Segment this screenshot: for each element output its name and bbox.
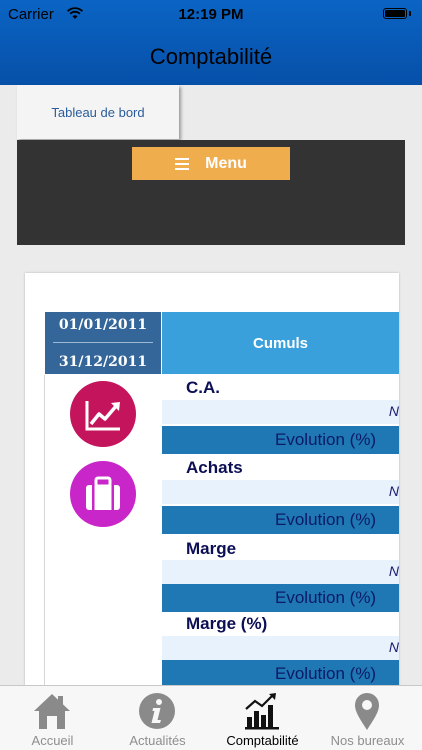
menu-bar: Menu	[17, 140, 405, 245]
row-value-marge: N	[162, 560, 399, 584]
row-evolution-achats: Evolution (%)	[162, 506, 399, 534]
home-icon	[34, 694, 70, 729]
menu-button-label: Menu	[205, 154, 247, 172]
tab-label: Accueil	[31, 733, 74, 748]
tab-comptabilite[interactable]: Comptabilité	[210, 686, 315, 750]
tab-label: Actualités	[129, 733, 186, 748]
tab-accueil[interactable]: Accueil	[0, 686, 105, 750]
info-icon	[139, 693, 175, 729]
row-label-marge: Marge	[186, 539, 237, 558]
battery-tip	[409, 11, 411, 16]
clock: 12:19 PM	[178, 6, 244, 23]
page-title: Comptabilité	[149, 44, 273, 69]
breadcrumb-label: Tableau de bord	[51, 104, 145, 120]
row-evolution-marge-pct: Evolution (%)	[162, 660, 399, 688]
row-label-achats: Achats	[186, 458, 243, 477]
briefcase-icon	[70, 461, 136, 527]
evolution-label: Evolution (%)	[275, 510, 377, 529]
date-start: 01/01/2011	[58, 317, 148, 333]
row-evolution-ca: Evolution (%)	[162, 426, 399, 454]
row-label-ca: C.A.	[186, 378, 220, 397]
value-n: N	[388, 563, 399, 579]
bar-chart-icon	[245, 693, 279, 730]
tab-label: Nos bureaux	[330, 733, 405, 748]
breadcrumb-tableau-de-bord[interactable]: Tableau de bord	[17, 85, 179, 139]
status-bar: Carrier 12:19 PM	[0, 0, 422, 30]
battery-icon	[383, 8, 407, 19]
tab-actualites[interactable]: Actualités	[105, 686, 210, 750]
row-value-achats: N	[162, 480, 399, 504]
evolution-label: Evolution (%)	[275, 664, 377, 683]
column-header-cumuls: Cumuls	[162, 312, 399, 374]
menu-button[interactable]: Menu	[132, 147, 290, 180]
row-evolution-marge: Evolution (%)	[162, 584, 399, 612]
tab-nos-bureaux[interactable]: Nos bureaux	[315, 686, 420, 750]
navigation-bar: Carrier 12:19 PM Comptabilité	[0, 0, 422, 85]
row-value-ca: N	[162, 400, 399, 424]
evolution-label: Evolution (%)	[275, 430, 377, 449]
value-n: N	[388, 483, 399, 499]
value-n: N	[388, 639, 399, 655]
value-n: N	[388, 403, 399, 419]
tab-bar: Accueil Actualités Comptabilité Nos bure…	[0, 685, 422, 750]
table-border	[44, 375, 45, 693]
location-pin-icon	[355, 693, 379, 730]
tab-label: Comptabilité	[226, 733, 299, 748]
date-range-header: 01/01/2011 31/12/2011	[45, 312, 161, 374]
hamburger-icon	[175, 157, 190, 170]
evolution-label: Evolution (%)	[275, 588, 377, 607]
column-header-label: Cumuls	[252, 334, 308, 352]
dashboard-card: 01/01/2011 31/12/2011 Cumuls C.A. N Evol…	[25, 273, 399, 693]
row-label-marge-pct: Marge (%)	[186, 614, 268, 633]
date-end: 31/12/2011	[58, 354, 148, 370]
date-divider	[53, 342, 153, 343]
row-value-marge-pct: N	[162, 636, 399, 660]
trending-up-icon	[70, 381, 136, 447]
